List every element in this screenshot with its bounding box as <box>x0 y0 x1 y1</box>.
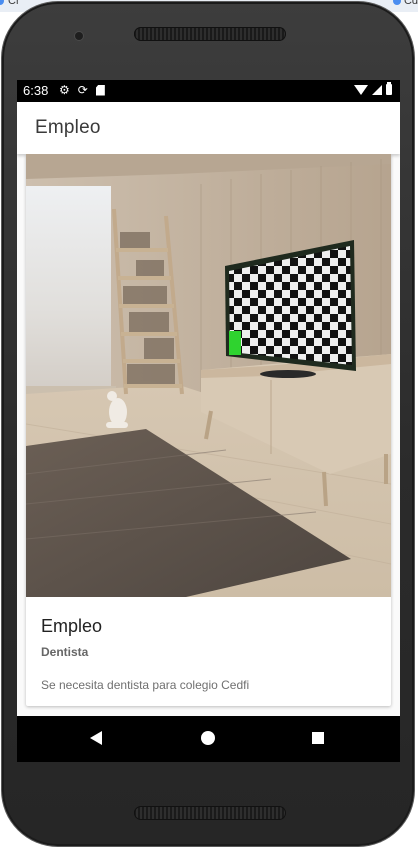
sd-card-icon <box>95 84 105 96</box>
signal-icon <box>372 84 382 95</box>
status-bar: 6:38 ⚙ ⟳ <box>17 80 400 102</box>
battery-icon <box>386 82 392 95</box>
app-window: Empleo Empleo Dentista Se necesita denti… <box>17 102 400 716</box>
scroll-content[interactable]: Empleo Dentista Se necesita dentista par… <box>17 154 400 716</box>
host-tab-right-label: Cd <box>403 0 418 7</box>
wifi-icon <box>354 84 368 95</box>
browser-tab-icon <box>392 0 401 6</box>
settings-icon: ⚙ <box>59 83 70 97</box>
card-title: Empleo <box>41 616 103 636</box>
recent-apps-icon[interactable] <box>312 732 324 744</box>
card-description: Se necesita dentista para colegio Cedfi <box>41 678 250 692</box>
status-icons-right <box>354 82 392 95</box>
app-bar: Empleo <box>17 102 400 154</box>
host-tab-left-label: Cr <box>8 0 20 7</box>
status-time: 6:38 <box>23 83 49 98</box>
host-tab-right[interactable]: Cd <box>384 0 418 8</box>
browser-tab-icon <box>0 0 4 6</box>
status-icons-left: ⚙ ⟳ <box>59 83 105 97</box>
device-screen: 6:38 ⚙ ⟳ Empleo Empleo Dentista Se neces… <box>17 80 400 762</box>
navigation-bar <box>17 716 400 762</box>
card-subtitle: Dentista <box>41 645 89 659</box>
back-icon[interactable] <box>90 731 102 745</box>
bottom-speaker-grill <box>134 806 286 820</box>
top-speaker-grill <box>134 27 286 41</box>
home-icon[interactable] <box>201 731 215 745</box>
app-bar-title: Empleo <box>35 117 101 138</box>
card-image <box>26 154 391 597</box>
sync-icon: ⟳ <box>77 83 88 97</box>
job-card[interactable]: Empleo Dentista Se necesita dentista par… <box>26 154 391 706</box>
front-camera <box>75 32 83 40</box>
room-with-tv-illustration <box>26 154 391 597</box>
